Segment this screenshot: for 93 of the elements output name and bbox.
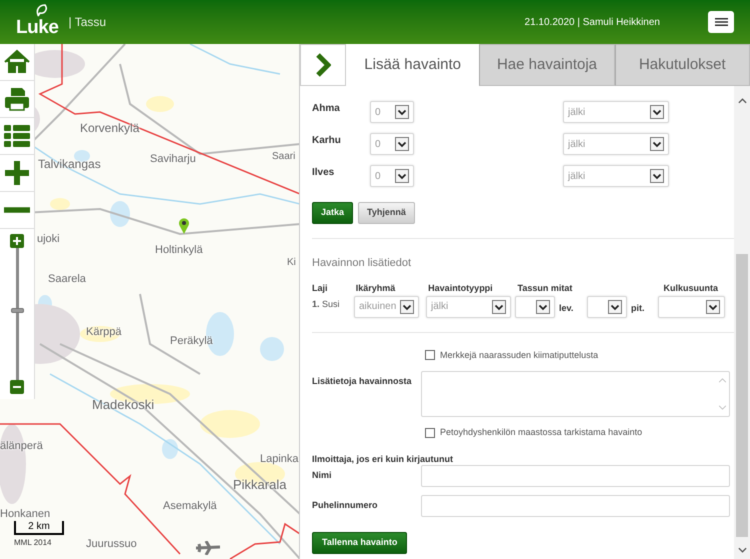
chevron-down-icon <box>400 300 414 314</box>
logo-text: Luke <box>16 18 58 37</box>
dropdown[interactable] <box>515 296 555 318</box>
place-label: Kärppä <box>86 327 122 338</box>
checkbox-label: Petoyhdyshenkilön maastossa tarkistama havainto <box>440 426 642 439</box>
place-label: Saari <box>272 152 296 162</box>
zoom-out-button[interactable] <box>10 380 24 394</box>
home-icon <box>3 48 31 76</box>
dropdown[interactable] <box>658 296 725 318</box>
airplane-icon <box>196 541 220 555</box>
user-info: 21.10.2020 | Samuli Heikkinen <box>524 16 660 30</box>
dropdown[interactable]: 0 <box>370 133 414 155</box>
menu-button[interactable] <box>708 11 734 33</box>
tab[interactable]: Hae havaintoja <box>479 44 615 86</box>
dropdown[interactable]: 0 <box>370 165 414 187</box>
unit-label: lev. <box>559 302 574 314</box>
checkbox[interactable] <box>425 428 435 438</box>
section-title: Havainnon lisätiedot <box>312 256 412 271</box>
text-input[interactable] <box>421 465 730 487</box>
column-header: Kulkusuunta <box>663 282 718 294</box>
leaf-logo-icon <box>35 3 49 17</box>
zoom-in-icon <box>3 159 31 187</box>
field-label: Nimi <box>312 469 333 482</box>
dropdown[interactable]: jälki <box>426 296 511 318</box>
field-label: Lisätietoja havainnosta <box>312 375 413 388</box>
column-header: Tassun mitat <box>518 282 574 294</box>
text-input[interactable] <box>421 495 730 517</box>
checkbox[interactable] <box>425 350 435 360</box>
dropdown[interactable]: jälki <box>563 101 669 123</box>
chevron-down-icon <box>650 137 664 151</box>
species-label: Ilves <box>312 166 336 180</box>
menu-icon <box>714 17 728 27</box>
scroll-down-icon <box>718 405 727 410</box>
scroll-down-icon <box>738 547 746 553</box>
zoom-in-button[interactable] <box>10 234 24 248</box>
unit-label: pit. <box>631 302 646 315</box>
place-label: Asemakylä <box>163 501 217 512</box>
map-pin-icon <box>178 217 190 235</box>
zoom-slider[interactable] <box>10 248 24 380</box>
chevron-right-icon <box>315 53 331 77</box>
dropdown[interactable]: jälki <box>563 133 669 155</box>
chevron-down-icon <box>492 300 506 314</box>
chevron-down-icon <box>650 169 664 183</box>
species-label: Karhu <box>312 134 342 148</box>
place-label: Korvenkylä <box>80 122 140 134</box>
field-label: Puhelinnumero <box>312 499 379 512</box>
tab[interactable]: Hakutulokset <box>614 44 750 86</box>
species-entry: 1. Susi <box>312 298 341 310</box>
dropdown[interactable] <box>587 296 627 318</box>
scroll-up-icon <box>738 98 746 104</box>
place-label: Honkanen <box>0 509 50 520</box>
place-label: Saviharju <box>150 154 196 165</box>
column-header: Laji <box>312 282 329 295</box>
collapse-panel-button[interactable] <box>300 44 346 86</box>
list-icon <box>3 122 31 150</box>
place-label: Saarela <box>48 274 86 285</box>
chevron-down-icon <box>536 300 550 314</box>
printer-icon <box>3 85 31 113</box>
place-label: Ki <box>287 258 296 268</box>
checkbox-label: Merkkejä naarassuden kiimatiputtelusta <box>440 348 598 362</box>
minus-icon <box>13 386 21 388</box>
chevron-down-icon <box>395 105 409 119</box>
save-button[interactable]: Tallenna havainto <box>312 532 408 554</box>
column-header: Havaintotyyppi <box>428 282 494 295</box>
slider-thumb[interactable] <box>10 308 24 313</box>
place-label: Peräkylä <box>170 336 213 347</box>
column-header: Ikäryhmä <box>356 282 396 295</box>
place-label: älänperä <box>0 441 43 452</box>
chevron-down-icon <box>395 137 409 151</box>
zoom-out-icon <box>4 207 30 213</box>
chevron-down-icon <box>706 300 720 314</box>
place-label: Pikkarala <box>233 478 286 491</box>
form-button[interactable]: Jatka <box>312 202 354 224</box>
app-name: | Tassu <box>68 14 106 31</box>
map-attribution: MML 2014 <box>14 537 52 549</box>
scrollbar[interactable] <box>734 86 750 559</box>
scale-bar: 2 km <box>14 521 64 535</box>
place-label: Lapinka <box>260 454 299 465</box>
species-label: Ahma <box>312 102 341 116</box>
chevron-down-icon <box>608 300 622 314</box>
scroll-thumb[interactable] <box>736 254 748 537</box>
scroll-up-icon <box>718 378 727 383</box>
section-heading: Ilmoittaja, jos eri kuin kirjautunut <box>312 452 454 466</box>
chevron-down-icon <box>650 105 664 119</box>
dropdown[interactable]: jälki <box>563 165 669 187</box>
form-button[interactable]: Tyhjennä <box>358 202 415 224</box>
dropdown[interactable]: 0 <box>370 101 414 123</box>
place-label: Holtinkylä <box>155 245 203 256</box>
chevron-down-icon <box>395 169 409 183</box>
plus-icon <box>13 237 21 245</box>
place-label: ujoki <box>37 234 60 245</box>
place-label: Juurussuo <box>86 539 137 550</box>
dropdown[interactable]: aikuinen <box>354 296 419 318</box>
